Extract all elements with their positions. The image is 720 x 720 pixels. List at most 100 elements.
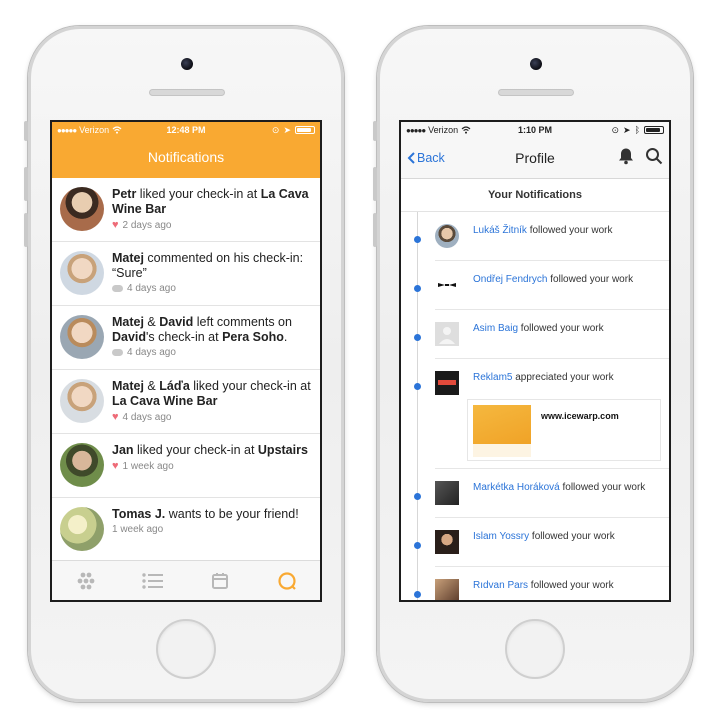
comment-icon xyxy=(112,349,123,356)
back-button[interactable]: Back xyxy=(407,151,445,165)
avatar xyxy=(435,371,459,395)
list-icon xyxy=(141,572,163,589)
timeline-item[interactable]: Lukáš Žitník followed your work xyxy=(401,212,669,261)
calendar-icon xyxy=(211,572,228,589)
status-time: 1:10 PM xyxy=(517,125,552,135)
tab-calendar[interactable] xyxy=(205,566,235,596)
section-title: Your Notifications xyxy=(401,179,669,212)
notification-text: Lukáš Žitník followed your work xyxy=(473,225,613,236)
notification-text: Petr liked your check-in at La Cava Wine… xyxy=(112,187,309,216)
notification-text: Tomas J. wants to be your friend! xyxy=(112,507,299,521)
timeline-item[interactable]: Islam Yossry followed your work xyxy=(401,518,669,567)
user-link[interactable]: Lukáš Žitník xyxy=(473,225,527,236)
avatar xyxy=(435,579,459,600)
notification-item[interactable]: Matej & Láďa liked your check-in at La C… xyxy=(52,370,320,434)
timestamp: 1 week ago xyxy=(112,524,164,535)
tab-list[interactable] xyxy=(138,566,168,596)
notification-item[interactable]: Matej commented on his check-in: “Sure” 4… xyxy=(52,242,320,306)
avatar xyxy=(435,273,459,297)
volume-up-button xyxy=(24,167,28,201)
notification-item[interactable]: Tomas J. wants to be your friend! 1 week … xyxy=(52,498,320,562)
timeline-dot xyxy=(414,334,421,341)
comment-icon xyxy=(112,285,123,292)
timeline-dot xyxy=(414,383,421,390)
notification-item[interactable]: Petr liked your check-in at La Cava Wine… xyxy=(52,178,320,242)
notification-text: Asim Baig followed your work xyxy=(473,323,604,334)
notification-item[interactable]: Matej & David left comments on David's c… xyxy=(52,306,320,370)
dots-grid-icon xyxy=(77,572,94,589)
front-camera xyxy=(181,58,193,70)
notification-text: Markétka Horáková followed your work xyxy=(473,482,646,493)
volume-down-button xyxy=(373,213,377,247)
nav-bar: Back Profile xyxy=(401,138,669,178)
timestamp: 4 days ago xyxy=(127,283,176,294)
timestamp: 4 days ago xyxy=(122,411,172,423)
avatar xyxy=(60,379,104,423)
timeline-dot xyxy=(414,493,421,500)
work-url: www.icewarp.com xyxy=(541,411,619,421)
user-link[interactable]: Islam Yossry xyxy=(473,531,529,542)
search-icon xyxy=(646,147,663,164)
battery-icon xyxy=(295,126,315,134)
work-thumbnail xyxy=(473,405,531,457)
tab-bar xyxy=(52,560,320,600)
right-screen: ●●●●● Verizon 1:10 PM ⊙ ➤ ᛒ Back Profile xyxy=(399,120,671,602)
notification-text: Rıdvan Pars followed your work xyxy=(473,580,614,591)
timeline-item[interactable]: Reklam5 appreciated your work www.icewarp… xyxy=(401,359,669,469)
volume-up-button xyxy=(373,167,377,201)
timeline-dot xyxy=(414,591,421,598)
notification-list: Petr liked your check-in at La Cava Wine… xyxy=(52,178,320,562)
timestamp: 2 days ago xyxy=(122,219,172,231)
user-link[interactable]: Markétka Horáková xyxy=(473,482,560,493)
notification-text: Matej & David left comments on David's c… xyxy=(112,315,292,344)
notification-text: Jan liked your check-in at Upstairs xyxy=(112,443,308,457)
avatar xyxy=(435,224,459,248)
timestamp: 1 week ago xyxy=(122,460,174,472)
earpiece-speaker xyxy=(498,89,574,96)
search-button[interactable] xyxy=(645,147,663,170)
volume-down-button xyxy=(24,213,28,247)
avatar xyxy=(60,315,104,359)
notifications-header: ●●●●● Verizon 12:48 PM ⊙ ➤ Notifications xyxy=(52,122,320,178)
tab-places[interactable] xyxy=(71,566,101,596)
heart-icon: ♥ xyxy=(112,460,119,472)
home-button[interactable] xyxy=(505,619,565,679)
mute-switch xyxy=(373,121,377,141)
notification-item[interactable]: Jan liked your check-in at Upstairs ♥ 1 we… xyxy=(52,434,320,498)
user-link[interactable]: Reklam5 xyxy=(473,372,512,383)
home-button[interactable] xyxy=(156,619,216,679)
mute-switch xyxy=(24,121,28,141)
user-link[interactable]: Asim Baig xyxy=(473,323,518,334)
timeline-item[interactable]: Asim Baig followed your work xyxy=(401,310,669,359)
status-bar: ●●●●● Verizon 12:48 PM ⊙ ➤ xyxy=(52,122,320,138)
front-camera xyxy=(530,58,542,70)
earpiece-speaker xyxy=(149,89,225,96)
timeline-dot xyxy=(414,236,421,243)
avatar xyxy=(435,530,459,554)
timeline-item[interactable]: Rıdvan Pars followed your work xyxy=(401,567,669,600)
avatar xyxy=(60,187,104,231)
timeline-dot xyxy=(414,285,421,292)
tab-notifications[interactable] xyxy=(272,566,302,596)
notifications-button[interactable] xyxy=(617,147,635,170)
status-time: 12:48 PM xyxy=(166,125,206,135)
page-title: Notifications xyxy=(147,149,225,165)
timestamp: 4 days ago xyxy=(127,347,176,358)
notification-text: Islam Yossry followed your work xyxy=(473,531,615,542)
notification-text: Ondřej Fendrych followed your work xyxy=(473,274,634,285)
avatar xyxy=(60,507,104,551)
avatar xyxy=(60,443,104,487)
right-phone: ●●●●● Verizon 1:10 PM ⊙ ➤ ᛒ Back Profile xyxy=(373,26,693,702)
chat-icon xyxy=(277,571,296,590)
user-link[interactable]: Rıdvan Pars xyxy=(473,580,528,591)
timeline-item[interactable]: Ondřej Fendrych followed your work xyxy=(401,261,669,310)
back-label: Back xyxy=(417,151,445,165)
work-preview-card[interactable]: www.icewarp.com xyxy=(467,399,661,461)
timeline-item[interactable]: Markétka Horáková followed your work xyxy=(401,469,669,518)
timeline-dot xyxy=(414,542,421,549)
status-bar: ●●●●● Verizon 1:10 PM ⊙ ➤ ᛒ xyxy=(401,122,669,138)
notification-text: Reklam5 appreciated your work xyxy=(473,372,614,383)
battery-icon xyxy=(644,126,664,134)
user-link[interactable]: Ondřej Fendrych xyxy=(473,274,547,285)
avatar xyxy=(435,481,459,505)
